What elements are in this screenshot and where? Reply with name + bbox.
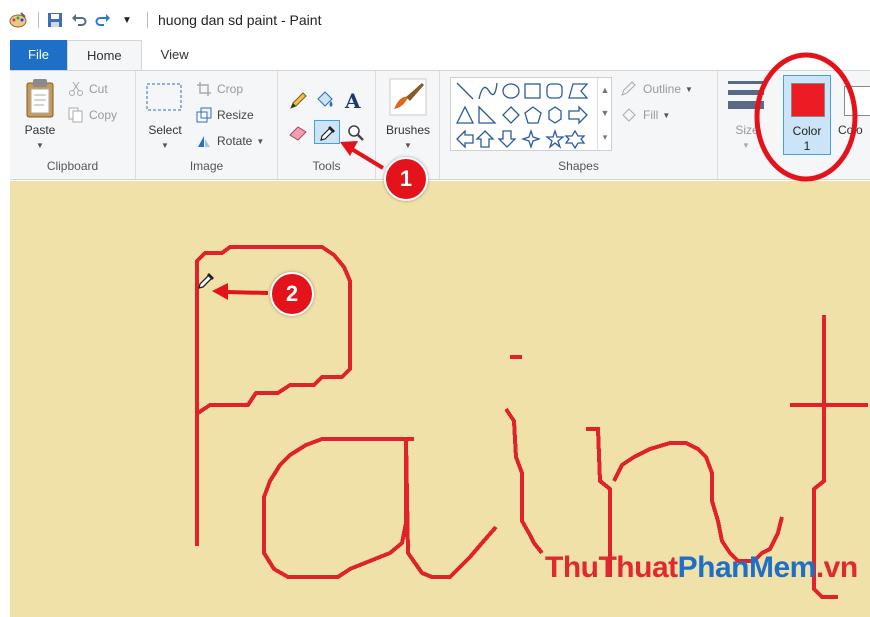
- scissors-icon: [69, 81, 83, 96]
- shapes-scrollbar[interactable]: ▲ ▼ ▾: [597, 78, 612, 150]
- eyedropper-icon: [320, 126, 335, 141]
- outline-button[interactable]: Outline ▼: [620, 81, 693, 97]
- size-label: Size: [735, 123, 759, 137]
- paste-caret: ▼: [36, 141, 44, 150]
- window-title: huong dan sd paint - Paint: [158, 12, 322, 28]
- customize-toolbar-icon[interactable]: ▼: [117, 10, 137, 30]
- color1-swatch: [791, 83, 825, 117]
- shapes-gallery[interactable]: ▲ ▼ ▾: [450, 77, 612, 151]
- paste-button[interactable]: Paste ▼: [20, 77, 60, 161]
- line-size-icon: [728, 81, 764, 109]
- watermark: ThuThuatPhanMem.vn: [545, 551, 858, 585]
- outline-pencil-icon: [621, 81, 636, 96]
- rotate-icon: [198, 136, 210, 147]
- tools-group-label: Tools: [312, 159, 341, 173]
- rotate-label: Rotate: [217, 134, 253, 148]
- cut-button[interactable]: Cut: [68, 81, 108, 97]
- callout-2: 2: [270, 272, 314, 316]
- color2-label: Colo: [838, 123, 863, 137]
- select-rectangle-icon: [146, 83, 182, 111]
- watermark-part3: .vn: [815, 551, 858, 584]
- save-icon[interactable]: [45, 10, 65, 30]
- eyedropper-cursor-icon: [198, 273, 214, 289]
- copy-button[interactable]: Copy: [68, 107, 117, 123]
- size-caret: ▼: [742, 141, 750, 150]
- watermark-part1: ThuThuat: [545, 551, 678, 584]
- shapes-group: ▲ ▼ ▾ Outline ▼ Fill ▼ Shapes: [440, 71, 718, 179]
- letter-i-stroke: [504, 407, 544, 555]
- brushes-label: Brushes: [385, 123, 431, 137]
- select-button[interactable]: Select ▼: [144, 81, 186, 161]
- shapes-group-label: Shapes: [558, 159, 599, 173]
- crop-label: Crop: [217, 82, 244, 96]
- fill-button[interactable]: Fill ▼: [620, 107, 670, 123]
- ribbon: Paste ▼ Cut Copy Clipboard Select ▼ Crop…: [10, 70, 870, 180]
- crop-button[interactable]: Crop: [196, 81, 243, 97]
- resize-label: Resize: [217, 108, 254, 122]
- callout-1: 1: [384, 157, 428, 201]
- drawing-canvas[interactable]: ThuThuatPhanMem.vn: [10, 181, 870, 617]
- title-separator: [38, 12, 39, 28]
- clipboard-group-label: Clipboard: [46, 159, 99, 173]
- paste-label: Paste: [24, 123, 56, 137]
- tab-home[interactable]: Home: [66, 40, 142, 70]
- resize-icon: [196, 107, 212, 123]
- pencil-icon[interactable]: [288, 91, 308, 111]
- rotate-button[interactable]: Rotate ▼: [196, 133, 264, 149]
- tab-view[interactable]: View: [142, 40, 208, 70]
- color2-swatch: [844, 86, 870, 116]
- fill-bucket-icon[interactable]: [314, 89, 336, 111]
- select-label: Select: [148, 123, 182, 137]
- image-group: Select ▼ Crop Resize Rotate ▼ Image: [136, 71, 278, 179]
- color2-button[interactable]: Colo: [838, 75, 870, 155]
- copy-label: Copy: [89, 108, 118, 122]
- fill-caret: ▼: [662, 110, 671, 120]
- shapes-grid: [455, 82, 589, 150]
- fill-label: Fill: [643, 108, 659, 122]
- outline-label: Outline: [643, 82, 682, 96]
- fill-bucket-small-icon: [622, 108, 636, 122]
- tab-file[interactable]: File: [10, 40, 67, 70]
- size-button[interactable]: Size ▼: [722, 77, 772, 163]
- paste-icon: [26, 79, 54, 118]
- brushes-caret: ▼: [404, 141, 412, 150]
- title-separator-2: [147, 12, 148, 28]
- color1-number: 1: [803, 139, 811, 153]
- tools-group: A Tools: [278, 71, 376, 179]
- brush-icon: [389, 78, 427, 116]
- select-caret: ▼: [161, 141, 169, 150]
- crop-icon: [197, 82, 211, 96]
- undo-icon[interactable]: [69, 10, 89, 30]
- color1-label: Color 1: [784, 124, 830, 154]
- color1-label-text: Color: [792, 124, 822, 138]
- color-picker-button[interactable]: [314, 120, 340, 144]
- letter-a-stroke: [262, 437, 498, 579]
- text-tool-icon[interactable]: A: [342, 89, 364, 111]
- paint-palette-icon[interactable]: [8, 10, 28, 30]
- title-bar: ▼ huong dan sd paint - Paint: [8, 0, 870, 40]
- svg-text:A: A: [344, 89, 361, 111]
- watermark-part2: PhanMem: [677, 551, 817, 584]
- menu-tabs: File Home View: [10, 40, 870, 70]
- image-group-label: Image: [189, 159, 224, 173]
- color1-button[interactable]: Color 1: [783, 75, 831, 155]
- magnifier-icon[interactable]: [346, 123, 366, 143]
- redo-icon[interactable]: [93, 10, 113, 30]
- outline-caret: ▼: [685, 84, 693, 94]
- cut-label: Cut: [89, 82, 108, 96]
- copy-icon: [68, 107, 83, 123]
- clipboard-group: Paste ▼ Cut Copy Clipboard: [10, 71, 136, 179]
- resize-button[interactable]: Resize: [196, 107, 254, 123]
- eraser-icon[interactable]: [288, 123, 310, 141]
- rotate-caret: ▼: [256, 136, 265, 146]
